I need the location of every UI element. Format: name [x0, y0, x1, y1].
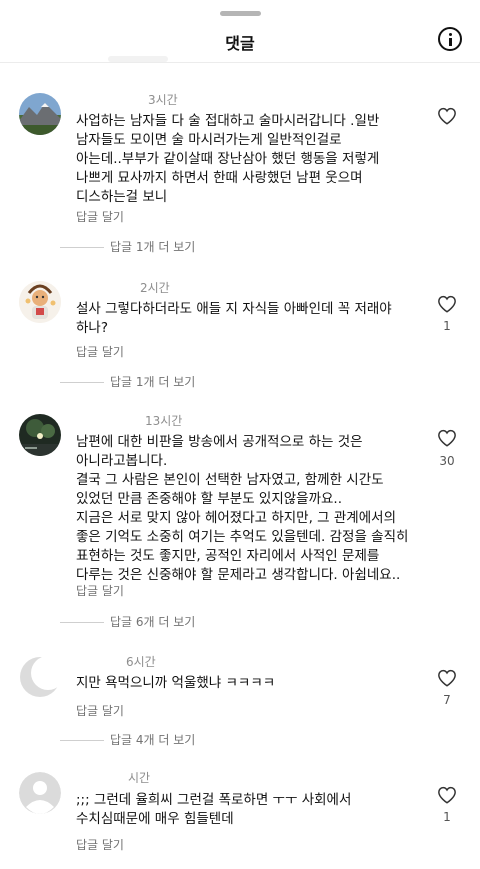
heart-icon[interactable]: [437, 107, 457, 125]
avatar[interactable]: [19, 656, 61, 698]
reply-button[interactable]: 답글 달기: [76, 208, 124, 225]
avatar[interactable]: [19, 772, 61, 814]
comment-meta: 3시간: [76, 91, 178, 108]
heart-icon[interactable]: [437, 786, 457, 804]
header-divider: [0, 62, 480, 63]
comment-text: 남편에 대한 비판을 방송에서 공개적으로 하는 것은 아니라고봅니다. 결국 …: [76, 434, 409, 583]
avatar[interactable]: [19, 281, 61, 323]
reply-button[interactable]: 답글 달기: [76, 702, 124, 719]
comments-sheet: 댓글 3시간 사업하는 남자들 다 술 접대하고 술마시러갑니다 .일반 남자들…: [0, 0, 480, 869]
avatar[interactable]: [19, 93, 61, 135]
view-more-replies[interactable]: 답글 1개 더 보기: [60, 373, 195, 390]
info-icon[interactable]: [438, 27, 462, 51]
like-count: 30: [439, 454, 455, 468]
comment-time: 13시간: [145, 414, 183, 428]
view-more-replies[interactable]: 답글 6개 더 보기: [60, 613, 195, 630]
sheet-drag-handle[interactable]: [220, 11, 261, 16]
comment-time: 시간: [128, 771, 151, 785]
comment-text: 사업하는 남자들 다 술 접대하고 술마시러갑니다 .일반 남자들도 모이면 술…: [76, 113, 380, 205]
heart-icon[interactable]: [437, 429, 457, 447]
heart-icon[interactable]: [437, 669, 457, 687]
comment-meta: 6시간: [76, 653, 156, 670]
comment-text: 설사 그렇다하더라도 애들 지 자식들 아빠인데 꼭 저래야 하나?: [76, 301, 392, 336]
comment-meta: 13시간: [76, 412, 182, 429]
heart-icon[interactable]: [437, 295, 457, 313]
like-count: 1: [443, 319, 451, 333]
comment-text: ;;; 그런데 율희씨 그런걸 폭로하면 ㅜㅜ 사회에서 수치심때문에 매우 힘…: [76, 792, 352, 827]
comment-time: 6시간: [126, 655, 156, 669]
like-count: 1: [443, 810, 451, 824]
reply-button[interactable]: 답글 달기: [76, 582, 124, 599]
avatar[interactable]: [19, 414, 61, 456]
view-more-replies[interactable]: 답글 4개 더 보기: [60, 731, 195, 748]
reply-button[interactable]: 답글 달기: [76, 343, 124, 360]
comment-text: 지만 욕먹으니까 억울했냐 ㅋㅋㅋㅋ: [76, 675, 276, 691]
comment-time: 3시간: [148, 93, 178, 107]
page-title: 댓글: [225, 34, 255, 53]
reply-button[interactable]: 답글 달기: [76, 836, 124, 853]
like-count: 7: [443, 693, 451, 707]
comment-meta: 시간: [76, 769, 150, 786]
comment-meta: 2시간: [76, 279, 170, 296]
comment-time: 2시간: [140, 281, 170, 295]
view-more-replies[interactable]: 답글 1개 더 보기: [60, 238, 195, 255]
